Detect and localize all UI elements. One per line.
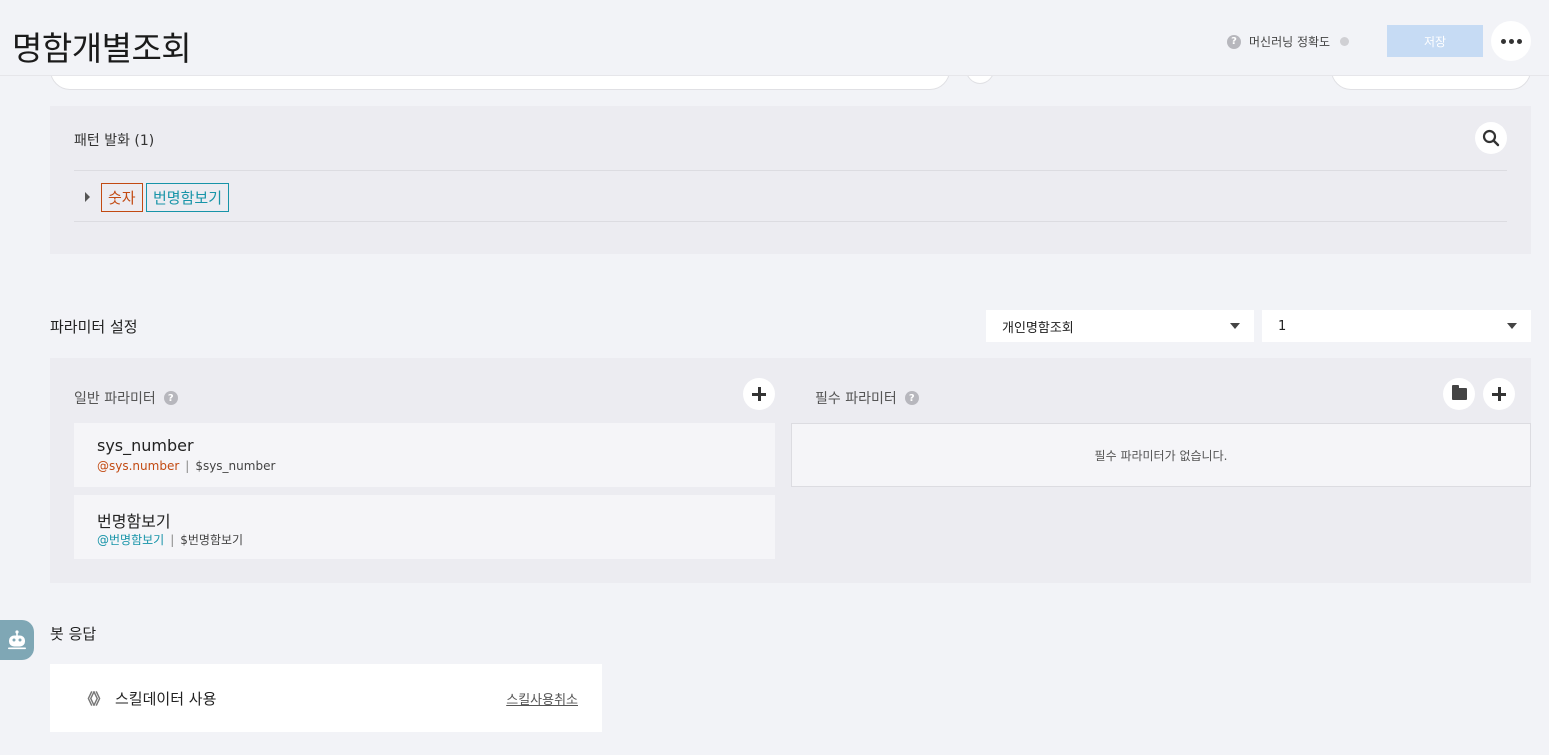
cancel-skill-link[interactable]: 스킬사용취소 bbox=[506, 689, 578, 708]
intent-select[interactable]: 개인명함조회 bbox=[986, 310, 1254, 342]
pattern-title: 패턴 발화 (1) bbox=[74, 133, 155, 149]
divider bbox=[74, 221, 1507, 222]
parameter-section-title: 파라미터 설정 bbox=[50, 318, 138, 336]
parameter-name: sys_number bbox=[97, 436, 194, 455]
separator: | bbox=[170, 532, 175, 547]
search-icon bbox=[1482, 129, 1500, 147]
more-dot-icon bbox=[1500, 38, 1506, 44]
page-title: 명함개별조회 bbox=[12, 29, 192, 68]
entity-tag-card-view[interactable]: 번명함보기 bbox=[146, 183, 230, 212]
code-brackets-icon: 《》 bbox=[80, 690, 108, 708]
parameter-panel: 일반 파라미터 ? 필수 파라미터 ? sys_number @sys.numb… bbox=[50, 358, 1531, 583]
plus-icon bbox=[752, 387, 766, 401]
parameter-name: 번명함보기 bbox=[97, 512, 171, 531]
required-parameter-label: 필수 파라미터 bbox=[815, 391, 897, 407]
skill-data-card: 《》 스킬데이터 사용 스킬사용취소 bbox=[50, 664, 602, 732]
page-header: 명함개별조회 ? 머신러닝 정확도 저장 bbox=[0, 0, 1549, 76]
parameter-card[interactable]: sys_number @sys.number | $sys_number bbox=[74, 423, 775, 487]
divider bbox=[74, 170, 1507, 171]
number-select-value: 1 bbox=[1278, 318, 1287, 334]
add-general-parameter-button[interactable] bbox=[743, 378, 775, 410]
number-select[interactable]: 1 bbox=[1262, 310, 1531, 342]
robot-icon bbox=[8, 630, 26, 650]
parameter-entity: @sys.number bbox=[97, 459, 180, 473]
pattern-utterance-panel: 패턴 발화 (1) 숫자 번명함보기 bbox=[50, 106, 1531, 254]
general-parameter-label: 일반 파라미터 bbox=[74, 391, 156, 407]
folder-button[interactable] bbox=[1443, 378, 1475, 410]
parameter-meta: @sys.number | $sys_number bbox=[97, 459, 275, 473]
ml-accuracy-status-dot-icon bbox=[1340, 37, 1350, 46]
parameter-entity: @번명함보기 bbox=[97, 533, 165, 547]
ml-accuracy-label: 머신러닝 정확도 bbox=[1249, 35, 1331, 49]
parameter-variable: $번명함보기 bbox=[180, 533, 244, 547]
required-parameter-empty-state: 필수 파라미터가 없습니다. bbox=[791, 423, 1531, 487]
chevron-down-icon bbox=[1230, 323, 1240, 329]
parameter-card[interactable]: 번명함보기 @번명함보기 | $번명함보기 bbox=[74, 495, 775, 559]
required-parameter-title: 필수 파라미터 ? bbox=[815, 388, 919, 408]
skill-data-label: 스킬데이터 사용 bbox=[115, 690, 217, 708]
more-dot-icon bbox=[1516, 38, 1522, 44]
parameter-variable: $sys_number bbox=[195, 459, 276, 473]
parameter-meta: @번명함보기 | $번명함보기 bbox=[97, 531, 243, 548]
help-icon[interactable]: ? bbox=[1227, 34, 1241, 49]
plus-icon bbox=[1492, 387, 1506, 401]
help-icon[interactable]: ? bbox=[163, 391, 178, 405]
chevron-down-icon bbox=[1507, 323, 1517, 329]
help-icon[interactable]: ? bbox=[904, 391, 919, 405]
bot-avatar bbox=[0, 620, 34, 660]
bot-response-title: 봇 응답 bbox=[50, 625, 97, 643]
save-button[interactable]: 저장 bbox=[1387, 25, 1483, 57]
separator: | bbox=[185, 459, 190, 473]
ml-accuracy: ? 머신러닝 정확도 bbox=[1227, 33, 1350, 50]
general-parameter-title: 일반 파라미터 ? bbox=[74, 388, 178, 408]
expand-caret-icon[interactable] bbox=[85, 192, 90, 202]
more-options-button[interactable] bbox=[1491, 21, 1531, 61]
add-required-parameter-button[interactable] bbox=[1483, 378, 1515, 410]
pattern-search-button[interactable] bbox=[1475, 122, 1507, 154]
folder-icon bbox=[1451, 385, 1467, 400]
more-dot-icon bbox=[1508, 38, 1514, 44]
entity-tag-number[interactable]: 숫자 bbox=[101, 183, 143, 212]
intent-select-value: 개인명함조회 bbox=[1002, 320, 1074, 336]
